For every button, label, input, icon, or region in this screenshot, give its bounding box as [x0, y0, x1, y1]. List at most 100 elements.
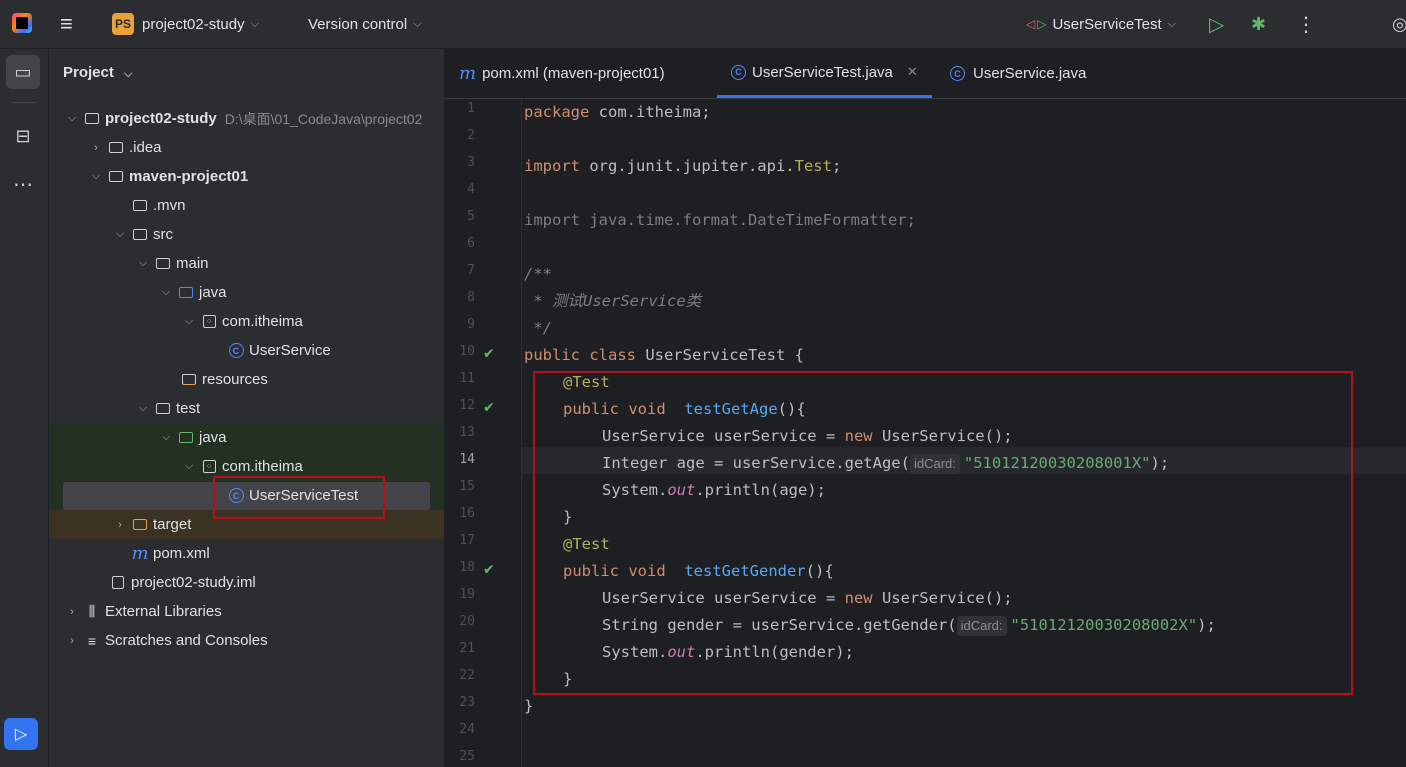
project-panel-header[interactable]: Project ⌵	[63, 64, 132, 81]
tree-item-label: External Libraries	[105, 603, 222, 620]
tree-item-main-package[interactable]: ⌵ ○ com.itheima	[49, 307, 444, 336]
tree-item-userservicetest[interactable]: C UserServiceTest	[49, 481, 444, 510]
tree-item-test-package[interactable]: ⌵ ○ com.itheima	[49, 452, 444, 481]
close-icon[interactable]: ✕	[907, 64, 918, 80]
tree-item-label: target	[153, 516, 192, 533]
tree-item-label: pom.xml	[153, 545, 210, 562]
static-field: out	[667, 643, 696, 661]
more-actions-icon[interactable]: ⋮	[1296, 0, 1316, 48]
tree-item-test-java[interactable]: ⌵ java	[49, 423, 444, 452]
run-config-selector[interactable]: ◁ ▷ UserServiceTest ⌵	[1026, 0, 1176, 48]
ai-assistant-icon[interactable]: ◎	[1392, 0, 1406, 48]
method-name: testGetGender	[684, 562, 806, 580]
code-text: UserService userService =	[602, 589, 845, 607]
chevron-down-icon[interactable]: ⌵	[136, 257, 150, 270]
folder-icon	[131, 197, 149, 215]
run-test-class-icon[interactable]: ✔	[483, 345, 499, 361]
tree-item-target[interactable]: › target	[49, 510, 444, 539]
structure-tool-icon[interactable]: ⊟	[6, 119, 40, 153]
run-icon[interactable]: ▷	[1209, 0, 1224, 48]
line-number: 6	[467, 236, 475, 251]
tree-item-label: resources	[202, 371, 268, 388]
code-line: UserService userService = new UserServic…	[602, 585, 1013, 612]
tree-item-label: Scratches and Consoles	[105, 632, 268, 649]
more-tools-icon[interactable]: ⋯	[6, 167, 40, 201]
chevron-right-icon[interactable]: ›	[65, 606, 79, 618]
chevron-down-icon[interactable]: ⌵	[65, 112, 79, 125]
debug-icon[interactable]: ✱	[1251, 0, 1266, 48]
main-menu-icon[interactable]: ≡	[60, 0, 82, 48]
line-number: 2	[467, 128, 475, 143]
tree-item-idea[interactable]: › .idea	[49, 133, 444, 162]
tab-label: pom.xml (maven-project01)	[482, 65, 665, 82]
chevron-down-icon[interactable]: ⌵	[159, 431, 173, 444]
app-logo-icon[interactable]	[12, 13, 32, 33]
tree-item-test[interactable]: ⌵ test	[49, 394, 444, 423]
chevron-down-icon[interactable]: ⌵	[159, 286, 173, 299]
chevron-right-icon[interactable]: ›	[89, 142, 103, 154]
package-icon: ○	[200, 458, 218, 476]
tree-item-pom[interactable]: m pom.xml	[49, 539, 444, 568]
tree-item-iml[interactable]: project02-study.iml	[49, 568, 444, 597]
code-line: System.out.println(age);	[602, 477, 826, 504]
run-config-name: UserServiceTest	[1052, 15, 1162, 33]
run-test-method-icon[interactable]: ✔	[483, 561, 499, 577]
chevron-down-icon[interactable]: ⌵	[182, 315, 196, 328]
project-badge: PS	[112, 13, 134, 35]
keyword: public class	[524, 346, 636, 364]
chevron-right-icon[interactable]: ›	[113, 519, 127, 531]
tree-item-src[interactable]: ⌵ src	[49, 220, 444, 249]
code-line: }	[524, 697, 534, 715]
tab-userservice[interactable]: C UserService.java	[950, 49, 1086, 98]
tree-item-label: src	[153, 226, 173, 243]
tree-item-mvn[interactable]: .mvn	[49, 191, 444, 220]
tree-item-main-java[interactable]: ⌵ java	[49, 278, 444, 307]
tree-item-label: com.itheima	[222, 458, 303, 475]
code-text: UserService();	[872, 589, 1013, 607]
chevron-down-icon[interactable]: ⌵	[113, 228, 127, 241]
tab-pom-xml[interactable]: m pom.xml (maven-project01)	[459, 49, 665, 98]
code-text: ;	[831, 157, 842, 175]
module-folder-icon	[83, 110, 101, 128]
tree-item-scratches[interactable]: › ≡ Scratches and Consoles	[49, 626, 444, 655]
keyword: package	[524, 103, 590, 121]
project-panel: Project ⌵ ⌵ project02-study D:\桌面\01_Cod…	[49, 49, 445, 767]
test-config-icon-right: ▷	[1037, 17, 1047, 31]
keyword: public void	[563, 562, 666, 580]
project-switcher[interactable]: PS project02-study ⌵	[112, 0, 259, 48]
project-tool-icon[interactable]: ▭	[6, 55, 40, 89]
scratches-icon: ≡	[87, 632, 97, 649]
version-control-menu[interactable]: Version control ⌵	[308, 0, 422, 48]
resources-folder-icon	[180, 371, 198, 389]
string-literal: "51012120030208002X"	[1010, 616, 1198, 634]
chevron-down-icon[interactable]: ⌵	[136, 402, 150, 415]
folder-icon	[131, 226, 149, 244]
code-comment: /**	[524, 265, 552, 283]
tab-userservicetest[interactable]: C UserServiceTest.java ✕	[717, 49, 932, 98]
tree-item-external-libraries[interactable]: › ⫼ External Libraries	[49, 597, 444, 626]
tree-item-project02-study[interactable]: ⌵ project02-study D:\桌面\01_CodeJava\proj…	[49, 104, 444, 133]
line-number: 17	[459, 533, 475, 548]
tree-item-label: java	[199, 429, 227, 446]
line-number: 23	[459, 695, 475, 710]
tree-item-main[interactable]: ⌵ main	[49, 249, 444, 278]
tree-item-maven-project01[interactable]: ⌵ maven-project01	[49, 162, 444, 191]
tree-item-label: project02-study	[105, 110, 217, 127]
chevron-down-icon[interactable]: ⌵	[182, 460, 196, 473]
tree-item-resources[interactable]: resources	[49, 365, 444, 394]
code-annotation: @Test	[563, 535, 610, 553]
code-line: Integer age = userService.getAge(idCard:…	[602, 450, 1169, 477]
tree-item-userservice[interactable]: C UserService	[49, 336, 444, 365]
folder-icon	[107, 139, 125, 157]
services-run-icon[interactable]: ▷	[4, 718, 38, 750]
chevron-right-icon[interactable]: ›	[65, 635, 79, 647]
test-config-icon: ◁	[1026, 17, 1036, 31]
code-line: public class UserServiceTest {	[524, 342, 804, 369]
code-text: String gender = userService.getGender(	[602, 616, 957, 634]
run-test-method-icon[interactable]: ✔	[483, 399, 499, 415]
static-field: out	[667, 481, 696, 499]
line-number: 1	[467, 101, 475, 116]
code-text: .println(gender);	[695, 643, 854, 661]
code-line: import org.junit.jupiter.api.Test;	[524, 153, 841, 180]
chevron-down-icon[interactable]: ⌵	[89, 170, 103, 183]
